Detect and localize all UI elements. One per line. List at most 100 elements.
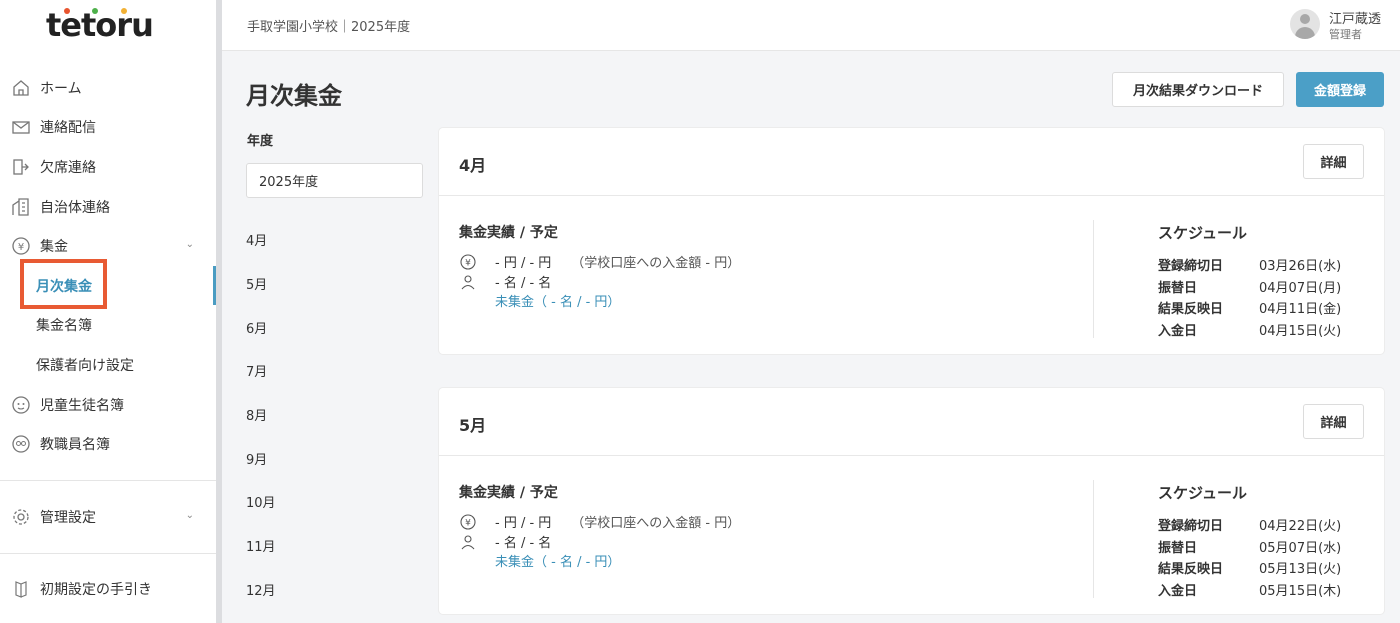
- sidebar-item-label: 児童生徒名簿: [40, 397, 124, 414]
- logo-dot-yellow: [121, 8, 127, 14]
- month-card: 4月 詳細 集金実績 / 予定 ¥ - 円 / - 円 （学校口座への入金額 -…: [439, 128, 1384, 354]
- sidebar-subitem-label: 保護者向け設定: [36, 357, 134, 374]
- register-amount-button[interactable]: 金額登録: [1296, 72, 1384, 107]
- download-results-button[interactable]: 月次結果ダウンロード: [1112, 72, 1284, 107]
- logo-dot-green: [92, 8, 98, 14]
- month-link-8[interactable]: 8月: [246, 393, 276, 437]
- schedule-row: 入金日 05月15日(木): [1158, 580, 1341, 599]
- sidebar-item-home[interactable]: ホーム: [0, 68, 216, 108]
- deposit-note: （学校口座への入金額 - 円）: [571, 256, 741, 271]
- schedule-key: 結果反映日: [1158, 302, 1224, 317]
- detail-button[interactable]: 詳細: [1303, 144, 1364, 179]
- avatar[interactable]: [1290, 9, 1320, 39]
- schedule-title: スケジュール: [1158, 484, 1247, 502]
- svg-text:¥: ¥: [18, 242, 24, 253]
- person-icon: [459, 533, 477, 551]
- sidebar-item-absence[interactable]: 欠席連絡: [0, 147, 216, 187]
- schedule-key: 振替日: [1158, 281, 1198, 296]
- detail-button[interactable]: 詳細: [1303, 404, 1364, 439]
- schedule-title: スケジュール: [1158, 224, 1247, 242]
- month-link-12[interactable]: 12月: [246, 568, 276, 612]
- sidebar-item-label: ホーム: [40, 80, 82, 97]
- schedule-row: 結果反映日 04月11日(金): [1158, 298, 1341, 317]
- schedule-value: 03月26日(水): [1259, 259, 1342, 274]
- schedule-value: 05月07日(水): [1259, 541, 1342, 556]
- user-name[interactable]: 江戸蔵透: [1329, 8, 1381, 27]
- sidebar-subitem-collection-roster[interactable]: 集金名簿: [0, 306, 216, 346]
- month-link-5[interactable]: 5月: [246, 262, 276, 306]
- sidebar-item-label: 連絡配信: [40, 120, 96, 137]
- mail-icon: [10, 116, 32, 138]
- sidebar-item-label: 初期設定の手引き: [40, 582, 152, 599]
- yen-icon: ¥: [459, 513, 477, 531]
- year-label: 年度: [247, 134, 274, 149]
- yen-icon: ¥: [10, 235, 32, 257]
- month-link-9[interactable]: 9月: [246, 436, 276, 480]
- month-link-10[interactable]: 10月: [246, 480, 276, 524]
- sidebar-nav: ホーム 連絡配信 欠席連絡 自治体連絡 ¥ 集金 ⌄ 月次集金 集金名簿 保護者…: [0, 68, 216, 609]
- teacher-icon: [10, 433, 32, 455]
- schedule-row: 振替日 05月07日(水): [1158, 537, 1341, 556]
- month-card: 5月 詳細 集金実績 / 予定 ¥ - 円 / - 円 （学校口座への入金額 -…: [439, 388, 1384, 614]
- card-header: 4月 詳細: [439, 128, 1384, 196]
- schedule-value: 04月11日(金): [1259, 302, 1342, 317]
- sidebar-resize-bar: [216, 0, 222, 623]
- schedule-key: 登録締切日: [1158, 259, 1224, 274]
- sidebar-item-student-roster[interactable]: 児童生徒名簿: [0, 385, 216, 425]
- sidebar-subitem-label: 集金名簿: [36, 318, 92, 335]
- people-value: - 名 / - 名: [495, 276, 552, 291]
- people-row: - 名 / - 名: [459, 272, 551, 291]
- uncollected-link[interactable]: 未集金（ - 名 / - 円）: [495, 291, 620, 310]
- svg-text:¥: ¥: [465, 258, 471, 268]
- chevron-down-icon: ⌄: [185, 239, 194, 251]
- sidebar-divider: [0, 552, 216, 554]
- month-link-6[interactable]: 6月: [246, 305, 276, 349]
- month-link-11[interactable]: 11月: [246, 524, 276, 568]
- sidebar-item-municipality[interactable]: 自治体連絡: [0, 187, 216, 227]
- sidebar-item-admin-settings[interactable]: 管理設定 ⌄: [0, 497, 216, 537]
- uncollected-link[interactable]: 未集金（ - 名 / - 円）: [495, 551, 620, 570]
- sidebar-item-label: 教職員名簿: [40, 437, 110, 454]
- collection-section-title: 集金実績 / 予定: [459, 485, 558, 501]
- sidebar-item-setup-guide[interactable]: 初期設定の手引き: [0, 570, 216, 610]
- schedule-value: 05月13日(火): [1259, 562, 1342, 577]
- schedule-key: 入金日: [1158, 324, 1198, 339]
- student-icon: [10, 394, 32, 416]
- schedule-value: 04月15日(火): [1259, 324, 1342, 339]
- sidebar-divider: [0, 479, 216, 481]
- schedule-value: 05月15日(木): [1259, 584, 1342, 599]
- month-link-4[interactable]: 4月: [246, 218, 276, 262]
- schedule-value: 04月07日(月): [1259, 281, 1342, 296]
- month-list: 4月 5月 6月 7月 8月 9月 10月 11月 12月: [246, 218, 276, 611]
- tetoru-logo[interactable]: tetoru: [46, 6, 154, 44]
- avatar-head: [1300, 14, 1310, 24]
- card-month-title: 5月: [459, 416, 487, 435]
- amount-row: ¥ - 円 / - 円 （学校口座への入金額 - 円）: [459, 252, 740, 271]
- schedule-row: 振替日 04月07日(月): [1158, 277, 1341, 296]
- user-role: 管理者: [1329, 28, 1362, 41]
- vertical-divider: [1093, 220, 1094, 338]
- amount-value: - 円 / - 円: [495, 256, 552, 271]
- logo-dot-red: [64, 8, 70, 14]
- sidebar-item-teacher-roster[interactable]: 教職員名簿: [0, 424, 216, 464]
- people-row: - 名 / - 名: [459, 532, 551, 551]
- year-select[interactable]: 2025年度: [246, 163, 423, 198]
- schedule-key: 振替日: [1158, 541, 1198, 556]
- absence-icon: [10, 156, 32, 178]
- sidebar-item-label: 管理設定: [40, 509, 96, 526]
- book-icon: [10, 578, 32, 600]
- logo-text: tetoru: [46, 6, 154, 44]
- people-value: - 名 / - 名: [495, 536, 552, 551]
- month-link-7[interactable]: 7月: [246, 349, 276, 393]
- top-header: 手取学園小学校｜2025年度 江戸蔵透 管理者: [222, 0, 1400, 51]
- sidebar-item-messaging[interactable]: 連絡配信: [0, 108, 216, 148]
- vertical-divider: [1093, 480, 1094, 598]
- svg-text:¥: ¥: [465, 518, 471, 528]
- person-icon: [459, 273, 477, 291]
- schedule-key: 登録締切日: [1158, 519, 1224, 534]
- schedule-row: 入金日 04月15日(火): [1158, 320, 1341, 339]
- amount-value: - 円 / - 円: [495, 516, 552, 531]
- sidebar-subitem-guardian-settings[interactable]: 保護者向け設定: [0, 345, 216, 385]
- building-icon: [10, 196, 32, 218]
- schedule-value: 04月22日(火): [1259, 519, 1342, 534]
